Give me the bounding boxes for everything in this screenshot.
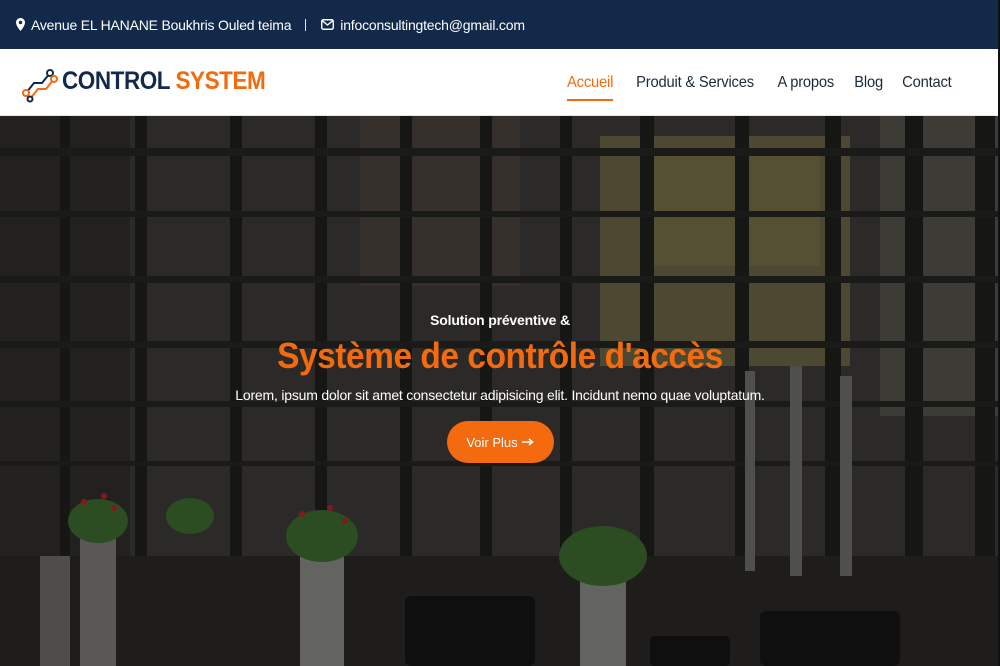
voir-plus-button[interactable]: Voir Plus bbox=[446, 421, 554, 463]
address-info: Avenue EL HANANE Boukhris Ouled teima bbox=[16, 17, 291, 33]
nav-item-a-propos[interactable]: A propos bbox=[778, 74, 835, 92]
email-text[interactable]: infoconsultingtech@gmail.com bbox=[340, 17, 525, 33]
hero-section: Solution préventive & Système de contrôl… bbox=[0, 116, 1000, 666]
circuit-nodes-icon bbox=[22, 69, 58, 103]
nav-item-contact[interactable]: Contact bbox=[902, 74, 952, 92]
nav-item-blog[interactable]: Blog bbox=[854, 74, 883, 92]
map-marker-icon bbox=[16, 18, 25, 31]
hero-content: Solution préventive & Système de contrôl… bbox=[0, 312, 1000, 463]
nav-item-accueil[interactable]: Accueil bbox=[567, 74, 614, 101]
voir-plus-label: Voir Plus bbox=[466, 434, 518, 450]
top-info-bar: Avenue EL HANANE Boukhris Ouled teima in… bbox=[0, 0, 1000, 49]
primary-nav: Accueil Produit & Services A propos Blog… bbox=[549, 49, 954, 116]
email-info[interactable]: infoconsultingtech@gmail.com bbox=[321, 17, 525, 33]
brand-word-control: CONTROL bbox=[62, 66, 170, 95]
hero-title: Système de contrôle d'accès bbox=[277, 335, 723, 376]
brand-name: CONTROL SYSTEM bbox=[62, 66, 266, 96]
address-text: Avenue EL HANANE Boukhris Ouled teima bbox=[31, 16, 292, 33]
nav-item-produit-services[interactable]: Produit & Services bbox=[637, 74, 755, 92]
main-navbar: CONTROL SYSTEM Accueil Produit & Service… bbox=[0, 49, 1000, 116]
hero-kicker: Solution préventive & bbox=[430, 312, 570, 328]
envelope-icon bbox=[321, 19, 335, 30]
topbar-divider bbox=[305, 18, 307, 31]
arrow-right-icon bbox=[521, 438, 534, 446]
brand-logo[interactable]: CONTROL SYSTEM bbox=[20, 59, 288, 103]
hero-description: Lorem, ipsum dolor sit amet consectetur … bbox=[235, 387, 765, 403]
brand-word-system: SYSTEM bbox=[175, 66, 266, 95]
